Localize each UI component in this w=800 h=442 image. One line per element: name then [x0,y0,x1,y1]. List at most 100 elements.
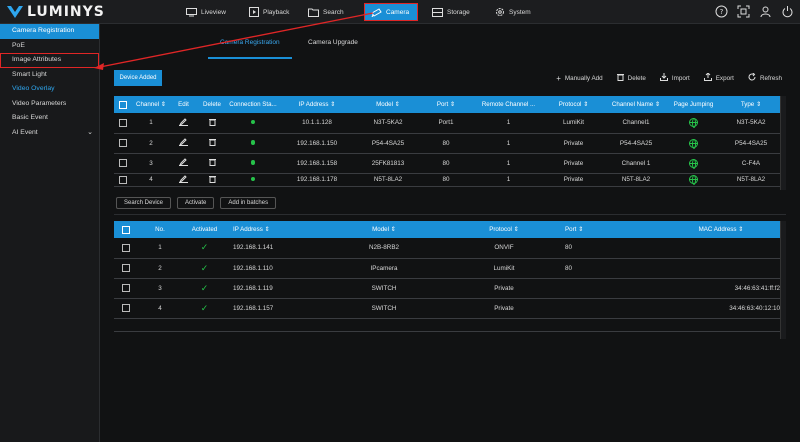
manually-add-button[interactable]: + Manually Add [556,73,602,83]
folder-icon [308,7,319,17]
sidebar-item-image-attributes[interactable]: Image Attributes [0,53,99,68]
tab-liveview[interactable]: Liveview [180,3,232,21]
table-row: 1 ✓ 192.168.1.141 N2B-8RB2 ONVIF 80 [114,238,786,259]
cell-port [559,298,656,319]
connection-status-dot [227,153,279,174]
trash-icon[interactable] [197,113,227,134]
sidebar-item-video-parameters[interactable]: Video Parameters [0,97,99,112]
col-channel[interactable]: Channel ⇕ [132,96,170,113]
logo-mark-icon [6,5,24,19]
col-ip-address[interactable]: IP Address ⇕ [227,221,319,238]
cell-no: 2 [138,258,182,279]
row-checkbox[interactable] [114,113,132,134]
col-ip-address[interactable]: IP Address ⇕ [279,96,355,113]
sidebar-item-poe[interactable]: PoE [0,39,99,54]
toolbar: + Manually Add Delete Import Export Refre… [556,72,782,83]
tab-storage[interactable]: Storage [426,3,476,21]
col-port[interactable]: Port ⇕ [559,221,656,238]
cell-protocol: LumiKit [546,113,601,134]
col-protocol[interactable]: Protocol ⇕ [449,221,559,238]
col-model[interactable]: Model ⇕ [355,96,421,113]
monitor-icon [186,7,197,17]
row-checkbox[interactable] [114,153,132,174]
cell-model: N5T-8LA2 [355,173,421,187]
cell-remote-channel: 1 [471,133,546,154]
sidebar-item-ai-event[interactable]: AI Event ⌄ [0,126,99,141]
row-checkbox[interactable] [114,133,132,154]
import-button[interactable]: Import [659,73,690,83]
col-mac-address[interactable]: MAC Address ⇕ [656,221,786,238]
tab-camera[interactable]: Camera [364,3,418,21]
cell-model: P54-4SA25 [355,133,421,154]
cell-channel-name: Channel1 [601,113,671,134]
cell-ip: 192.168.1.110 [227,258,319,279]
table-header-row: Channel ⇕ Edit Delete Connection Sta... … [114,96,786,113]
export-button[interactable]: Export [703,72,734,83]
camera-icon [371,7,382,17]
refresh-icon [748,72,756,83]
col-protocol[interactable]: Protocol ⇕ [546,96,601,113]
col-model[interactable]: Model ⇕ [319,221,449,238]
col-channel-name[interactable]: Channel Name ⇕ [601,96,671,113]
globe-icon[interactable] [671,153,716,174]
cell-ip: 192.168.1.157 [227,298,319,319]
edit-icon[interactable] [170,173,197,187]
trash-icon[interactable] [197,173,227,187]
table-row-partial [114,318,786,332]
search-table-scrollbar[interactable] [780,221,786,339]
col-port[interactable]: Port ⇕ [421,96,471,113]
sidebar-item-camera-registration[interactable]: Camera Registration [0,24,99,39]
cell-no: 4 [138,298,182,319]
trash-icon[interactable] [197,133,227,154]
power-icon[interactable] [780,4,794,18]
add-in-batches-button[interactable]: Add in batches [220,197,277,209]
row-checkbox[interactable] [114,298,138,319]
col-type[interactable]: Type ⇕ [716,96,786,113]
user-icon[interactable] [758,4,772,18]
cell-model: N2B-8RB2 [319,238,449,259]
col-remote-channel: Remote Channel ... [471,96,546,113]
help-icon[interactable]: ? [714,4,728,18]
tab-search[interactable]: Search [302,3,350,21]
tab-system[interactable]: System [488,3,537,21]
sidebar-item-video-overlay[interactable]: Video Overlay [0,82,99,97]
cell-channel: 3 [132,153,170,174]
row-checkbox[interactable] [114,238,138,259]
cell-mac [656,258,786,279]
subtab-camera-registration[interactable]: Camera Registration [220,39,280,46]
cell-channel: 2 [132,133,170,154]
playback-icon [248,7,259,17]
cell-port: 80 [421,173,471,187]
cell-model: 25FK81813 [355,153,421,174]
delete-button[interactable]: Delete [616,73,646,83]
edit-icon[interactable] [170,133,197,154]
search-device-button[interactable]: Search Device [116,197,172,209]
select-all-checkbox[interactable] [114,221,138,238]
search-actions: Search Device Activate Add in batches [116,197,277,209]
refresh-button[interactable]: Refresh [748,72,782,83]
tab-playback[interactable]: Playback [242,3,295,21]
sidebar-item-basic-event[interactable]: Basic Event [0,111,99,126]
sidebar-item-smart-light[interactable]: Smart Light [0,68,99,83]
cell-remote-channel: 1 [471,113,546,134]
added-table-scrollbar[interactable] [780,96,786,190]
col-page-jumping: Page Jumping [671,96,716,113]
row-checkbox[interactable] [114,278,138,299]
cell-protocol: Private [449,298,559,319]
globe-icon[interactable] [671,113,716,134]
edit-icon[interactable] [170,113,197,134]
select-all-checkbox[interactable] [114,96,132,113]
globe-icon[interactable] [671,173,716,187]
import-icon [659,73,668,83]
cell-remote-channel: 1 [471,153,546,174]
activate-button[interactable]: Activate [177,197,215,209]
globe-icon[interactable] [671,133,716,154]
row-checkbox[interactable] [114,173,132,187]
subtab-camera-upgrade[interactable]: Camera Upgrade [308,39,358,46]
device-added-button[interactable]: Device Added [114,70,162,86]
edit-icon[interactable] [170,153,197,174]
row-checkbox[interactable] [114,258,138,279]
added-devices-table: Channel ⇕ Edit Delete Connection Sta... … [114,96,786,187]
qr-code-icon[interactable] [736,4,750,18]
trash-icon[interactable] [197,153,227,174]
